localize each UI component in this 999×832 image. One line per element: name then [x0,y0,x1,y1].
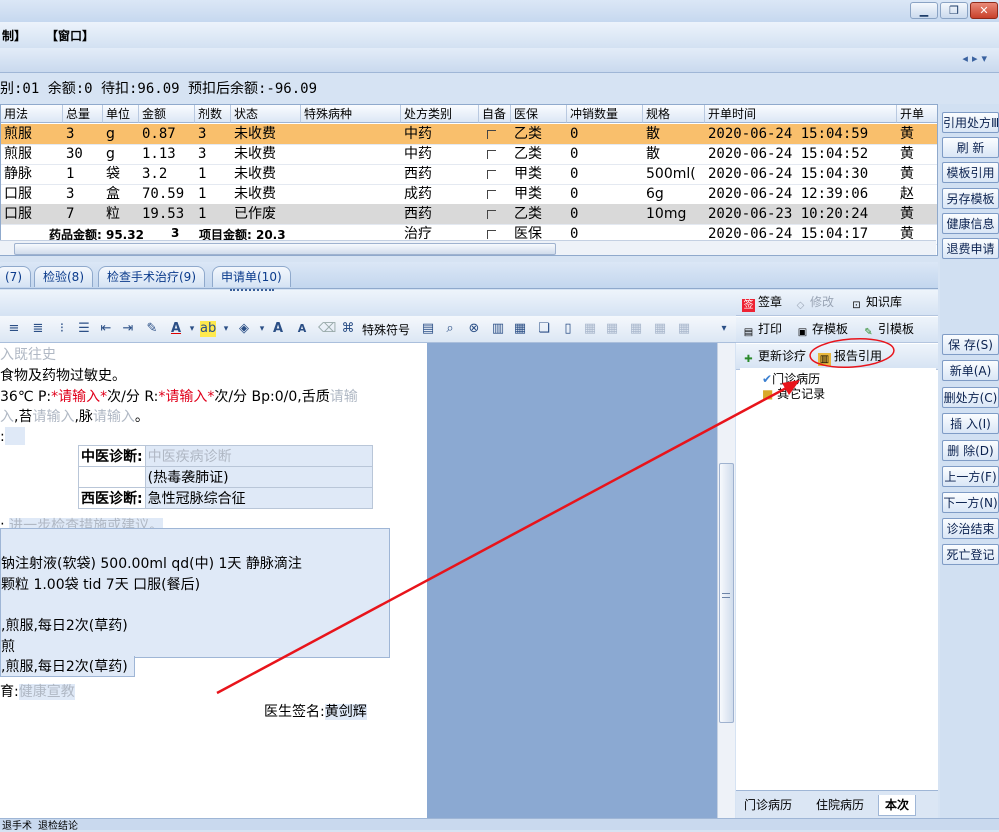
highlight-ellipse [809,337,895,369]
arrow-head-icon [782,380,800,395]
annotation-arrow [216,384,791,695]
annotation-overlay [216,337,895,695]
